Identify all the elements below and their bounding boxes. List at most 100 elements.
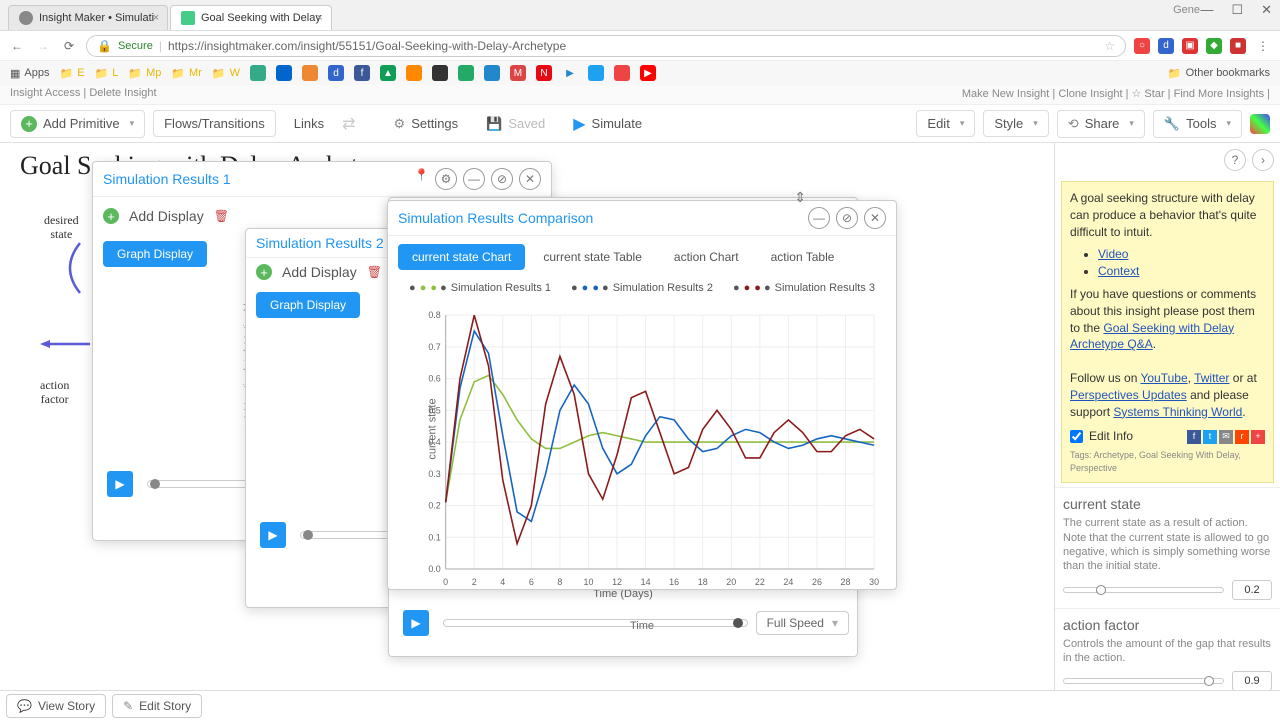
current-state-value[interactable]: 0.2 <box>1232 580 1272 600</box>
apps-button[interactable]: ▦ Apps <box>10 67 49 80</box>
tools-button[interactable]: 🔧Tools▾ <box>1153 110 1242 138</box>
play-button[interactable]: ▶ <box>260 522 286 548</box>
current-state-slider[interactable] <box>1063 587 1224 593</box>
insight-access-link[interactable]: Insight Access <box>10 87 80 99</box>
remove-icon[interactable]: ⊘ <box>491 168 513 190</box>
edit-info-checkbox[interactable] <box>1070 430 1083 443</box>
ext-icon[interactable]: ◆ <box>1206 38 1222 54</box>
trash-icon[interactable]: 🗑 <box>214 209 229 223</box>
minimize-icon[interactable]: — <box>463 168 485 190</box>
delete-insight-link[interactable]: Delete Insight <box>89 87 156 99</box>
pin-icon[interactable]: 📍 <box>414 168 429 190</box>
trash-icon[interactable]: 🗑 <box>367 265 382 279</box>
view-story-button[interactable]: 💬View Story <box>6 694 106 718</box>
make-new-link[interactable]: Make New Insight <box>962 88 1049 100</box>
clone-link[interactable]: Clone Insight <box>1058 88 1122 100</box>
flows-button[interactable]: Flows/Transitions <box>153 110 276 137</box>
share-button[interactable]: ⟲Share▾ <box>1057 110 1145 138</box>
bookmark-icon[interactable] <box>406 65 422 81</box>
tab-action-chart[interactable]: action Chart <box>660 244 753 270</box>
tab-close-icon[interactable]: × <box>153 12 159 24</box>
browser-tab-2[interactable]: Goal Seeking with Delay × <box>170 5 332 30</box>
youtube-link[interactable]: YouTube <box>1140 371 1187 385</box>
tab-chart[interactable]: current state Chart <box>398 244 525 270</box>
twitter-icon[interactable]: t <box>1203 430 1217 444</box>
action-factor-slider[interactable] <box>1063 678 1224 684</box>
bookmark-icon[interactable] <box>276 65 292 81</box>
collapse-icon[interactable]: › <box>1252 149 1274 171</box>
ext-icon[interactable]: ▣ <box>1182 38 1198 54</box>
bookmark-icon[interactable] <box>458 65 474 81</box>
stw-link[interactable]: Systems Thinking World <box>1113 405 1242 419</box>
bookmark-icon[interactable]: ▶ <box>562 65 578 81</box>
reddit-icon[interactable]: r <box>1235 430 1249 444</box>
chart-legend: ● Simulation Results 1 ● Simulation Resu… <box>388 278 896 298</box>
twitter-link[interactable]: Twitter <box>1194 371 1229 385</box>
edit-story-button[interactable]: ✎Edit Story <box>112 694 202 718</box>
bookmark-icon[interactable] <box>432 65 448 81</box>
bookmark-folder[interactable]: 📁 W <box>212 67 240 80</box>
add-display-button[interactable]: Add Display <box>129 208 204 224</box>
maximize-icon[interactable]: ☐ <box>1231 2 1243 18</box>
star-icon[interactable]: ☆ <box>1104 39 1115 53</box>
reload-icon[interactable]: ⟳ <box>60 37 78 55</box>
other-bookmarks[interactable]: 📁 Other bookmarks <box>1168 67 1270 80</box>
bookmark-icon[interactable] <box>588 65 604 81</box>
plus-icon[interactable]: + <box>1251 430 1265 444</box>
settings-button[interactable]: ⚙ Settings <box>384 111 469 137</box>
tab-action-table[interactable]: action Table <box>757 244 849 270</box>
graph-display-button[interactable]: Graph Display <box>103 241 207 267</box>
bookmark-icon[interactable]: N <box>536 65 552 81</box>
menu-icon[interactable]: ⋮ <box>1254 37 1272 55</box>
links-button[interactable]: Links <box>284 111 334 136</box>
ext-icon[interactable]: ○ <box>1134 38 1150 54</box>
simulate-button[interactable]: ▶ Simulate <box>563 109 652 139</box>
ext-icon[interactable]: ■ <box>1230 38 1246 54</box>
close-icon[interactable]: ✕ <box>519 168 541 190</box>
tab-close-icon[interactable]: × <box>316 12 322 24</box>
add-display-button[interactable]: Add Display <box>282 264 357 280</box>
bookmark-folder[interactable]: 📁 Mp <box>128 67 161 80</box>
action-factor-value[interactable]: 0.9 <box>1232 671 1272 690</box>
add-primitive-button[interactable]: + Add Primitive▾ <box>10 110 145 138</box>
bookmark-icon[interactable]: ▶ <box>640 65 656 81</box>
facebook-icon[interactable]: f <box>1187 430 1201 444</box>
graph-display-button[interactable]: Graph Display <box>256 292 360 318</box>
svg-text:12: 12 <box>612 577 622 587</box>
bookmark-icon[interactable] <box>614 65 630 81</box>
tab-table[interactable]: current state Table <box>529 244 656 270</box>
minimize-icon[interactable]: — <box>808 207 830 229</box>
bookmark-icon[interactable]: ▲ <box>380 65 396 81</box>
bookmark-icon[interactable]: f <box>354 65 370 81</box>
bookmark-folder[interactable]: 📁 Mr <box>171 67 202 80</box>
bookmark-icon[interactable]: d <box>328 65 344 81</box>
perspectives-link[interactable]: Perspectives Updates <box>1070 388 1187 402</box>
remove-icon[interactable]: ⊘ <box>836 207 858 229</box>
bookmark-icon[interactable]: M <box>510 65 526 81</box>
style-button[interactable]: Style▾ <box>983 110 1048 137</box>
play-button[interactable]: ▶ <box>107 471 133 497</box>
back-icon[interactable]: ← <box>8 37 26 55</box>
gear-icon[interactable]: ⚙ <box>435 168 457 190</box>
reverse-icon[interactable]: ⇄ <box>342 114 355 134</box>
minimize-icon[interactable]: — <box>1200 2 1213 18</box>
close-icon[interactable]: ✕ <box>1261 2 1272 18</box>
bookmark-folder[interactable]: 📁 E <box>59 67 84 80</box>
find-more-link[interactable]: Find More Insights <box>1174 88 1264 100</box>
bookmark-folder[interactable]: 📁 L <box>95 67 119 80</box>
help-icon[interactable]: ? <box>1224 149 1246 171</box>
mail-icon[interactable]: ✉ <box>1219 430 1233 444</box>
edit-button[interactable]: Edit▾ <box>916 110 975 137</box>
bookmark-icon[interactable] <box>484 65 500 81</box>
logo-icon[interactable] <box>1250 114 1270 134</box>
star-link[interactable]: ☆ Star <box>1132 88 1165 100</box>
browser-tab-1[interactable]: Insight Maker • Simulati × <box>8 5 168 30</box>
address-bar[interactable]: 🔒 Secure | https://insightmaker.com/insi… <box>86 35 1126 57</box>
ext-icon[interactable]: d <box>1158 38 1174 54</box>
forward-icon[interactable]: → <box>34 37 52 55</box>
bookmark-icon[interactable] <box>250 65 266 81</box>
bookmark-icon[interactable] <box>302 65 318 81</box>
context-link[interactable]: Context <box>1098 264 1139 278</box>
video-link[interactable]: Video <box>1098 247 1128 261</box>
close-icon[interactable]: ✕ <box>864 207 886 229</box>
